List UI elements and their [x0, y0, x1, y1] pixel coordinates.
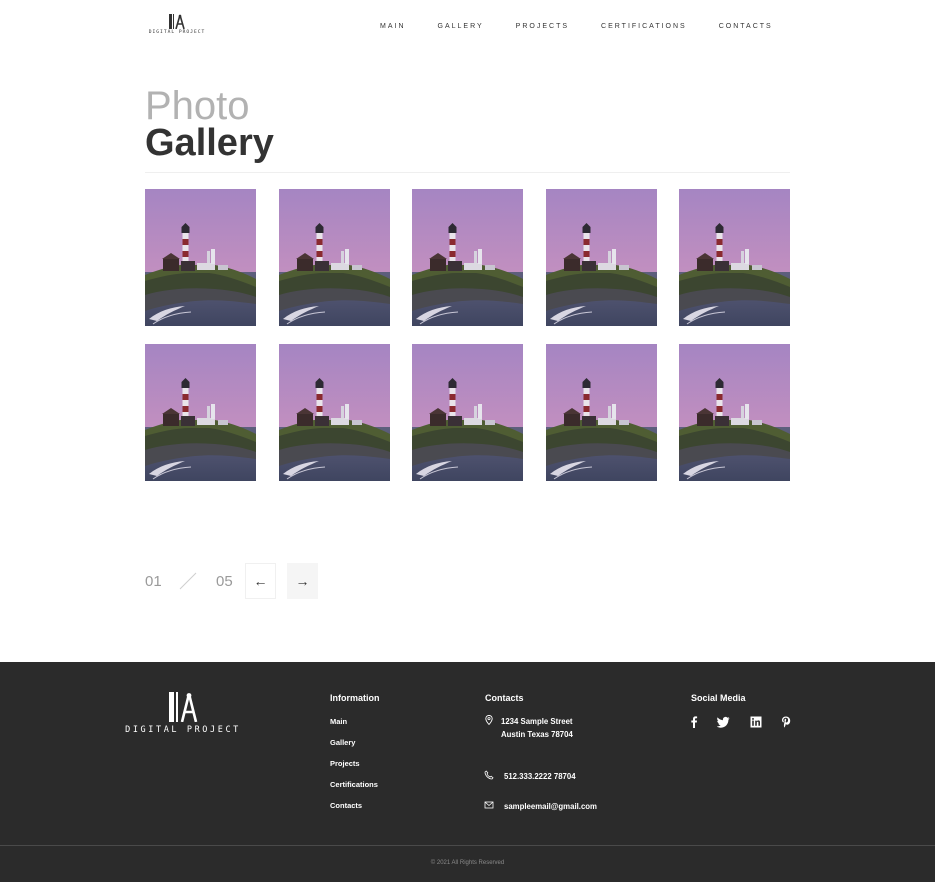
lighthouse-photo — [545, 189, 657, 326]
logo-mark-icon — [169, 14, 185, 29]
site-footer: DIGITAL PROJECT Information Main Gallery… — [0, 662, 935, 882]
lighthouse-photo — [145, 189, 256, 326]
page-title: Photo Gallery — [145, 86, 274, 162]
logo[interactable]: DIGITAL PROJECT — [149, 14, 204, 40]
address-line-2: Austin Texas 78704 — [501, 730, 573, 739]
lighthouse-photo — [145, 344, 256, 481]
site-header: DIGITAL PROJECT MAIN GALLERY PROJECTS CE… — [0, 0, 935, 56]
footer-link-gallery[interactable]: Gallery — [330, 738, 355, 747]
address-line-1: 1234 Sample Street — [501, 717, 573, 726]
envelope-icon — [484, 801, 494, 809]
next-page-button[interactable]: → — [287, 563, 318, 599]
gallery-photo[interactable] — [412, 189, 523, 326]
gallery-photo[interactable] — [145, 189, 256, 326]
lighthouse-photo — [412, 344, 523, 481]
lighthouse-photo — [278, 189, 390, 326]
nav-gallery[interactable]: GALLERY — [438, 23, 484, 30]
facebook-icon[interactable] — [688, 716, 700, 728]
pagination-current: 01 — [145, 573, 162, 590]
photo-grid — [145, 189, 790, 481]
lighthouse-photo — [545, 344, 657, 481]
information-title: Information — [330, 693, 380, 703]
prev-page-button[interactable]: ← — [245, 563, 276, 599]
arrow-left-icon: ← — [253, 573, 268, 589]
footer-divider — [0, 845, 935, 846]
footer-link-certifications[interactable]: Certifications — [330, 780, 378, 789]
phone-icon — [484, 770, 494, 780]
nav-certifications[interactable]: CERTIFICATIONS — [601, 23, 687, 30]
email-address[interactable]: sampleemail@gmail.com — [504, 802, 597, 811]
page-title-bold: Gallery — [145, 122, 274, 164]
lighthouse-photo — [679, 344, 790, 481]
nav-main[interactable]: MAIN — [380, 23, 406, 30]
lighthouse-photo — [278, 344, 390, 481]
contacts-title: Contacts — [485, 693, 524, 703]
lighthouse-photo — [679, 189, 790, 326]
footer-logo[interactable]: DIGITAL PROJECT — [125, 692, 238, 742]
main-nav: MAIN GALLERY PROJECTS CERTIFICATIONS CON… — [380, 23, 773, 30]
gallery-photo[interactable] — [545, 189, 657, 326]
footer-link-projects[interactable]: Projects — [330, 759, 360, 768]
location-pin-icon — [485, 715, 493, 725]
divider — [145, 172, 790, 173]
nav-contacts[interactable]: CONTACTS — [719, 23, 773, 30]
linkedin-icon[interactable] — [750, 716, 762, 728]
arrow-right-icon: → — [295, 573, 310, 589]
gallery-photo[interactable] — [679, 189, 790, 326]
lighthouse-photo — [412, 189, 523, 326]
gallery-photo[interactable] — [145, 344, 256, 481]
page-title-light: Photo — [145, 84, 250, 128]
social-media-title: Social Media — [691, 693, 746, 703]
footer-link-main[interactable]: Main — [330, 717, 347, 726]
copyright: © 2021 All Rights Reserved — [430, 860, 505, 866]
logo-mark-icon — [169, 692, 198, 722]
gallery-photo[interactable] — [679, 344, 790, 481]
phone-number[interactable]: 512.333.2222 78704 — [504, 772, 576, 781]
gallery-photo[interactable] — [545, 344, 657, 481]
gallery-photo[interactable] — [278, 344, 390, 481]
gallery-photo[interactable] — [412, 344, 523, 481]
twitter-icon[interactable] — [717, 716, 730, 728]
gallery-photo[interactable] — [278, 189, 390, 326]
footer-logo-text: DIGITAL PROJECT — [125, 725, 241, 735]
footer-link-contacts[interactable]: Contacts — [330, 801, 362, 810]
pagination-total: 05 — [216, 573, 233, 590]
pinterest-icon[interactable] — [780, 716, 792, 728]
slash-divider-icon — [179, 572, 197, 590]
logo-text: DIGITAL PROJECT — [148, 30, 206, 35]
nav-projects[interactable]: PROJECTS — [516, 23, 569, 30]
